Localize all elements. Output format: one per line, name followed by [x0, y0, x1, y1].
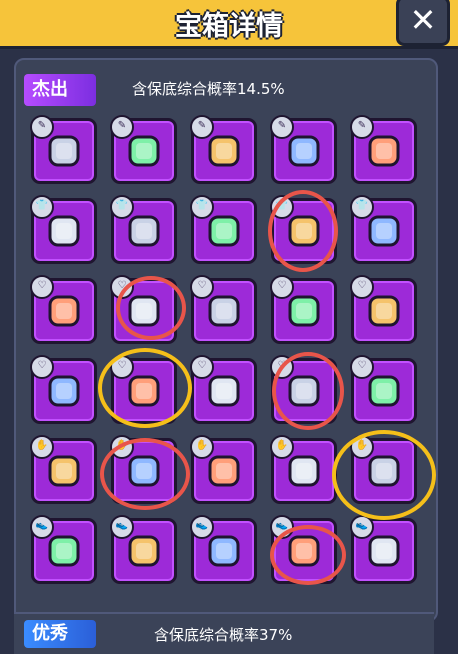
- item-slot[interactable]: ✎: [30, 115, 97, 184]
- item-slot[interactable]: 👕: [30, 195, 97, 264]
- item-slot[interactable]: 👟: [30, 515, 97, 584]
- emerald-necklace-icon: [204, 291, 244, 331]
- sword-icon: [124, 131, 164, 171]
- tech-belt-icon: [364, 371, 404, 411]
- item-slot[interactable]: 👟: [110, 515, 177, 584]
- blue-armor-icon: [364, 211, 404, 251]
- red-circle-marker: [272, 352, 344, 430]
- rate-text: 含保底综合概率14.5%: [132, 80, 285, 98]
- item-slot[interactable]: ✋: [190, 435, 257, 504]
- outstanding-section: 杰出 含保底综合概率14.5% ✎ ✎ ✎ ✎ ✎ 👕 👕 👕 👕 👕 ♡ ♡ ♡ ♡ ♡ ♡ ♡ ♡ ♡ ♡ ✋ ✋ ✋ ✋…: [14, 58, 438, 622]
- page-title: 宝箱详情: [175, 11, 283, 42]
- red-circle-marker: [116, 276, 186, 340]
- item-slot[interactable]: ♡: [350, 355, 417, 424]
- item-slot[interactable]: ✋: [270, 435, 337, 504]
- excellent-section: 优秀 含保底综合概率37%: [14, 612, 434, 654]
- mech-boot-icon: [364, 531, 404, 571]
- rarity-tag-outstanding: 杰出: [24, 74, 96, 106]
- claw-boot-icon: [44, 531, 84, 571]
- section-header: 杰出 含保底综合概率14.5%: [16, 70, 436, 110]
- item-slot[interactable]: 👕: [110, 195, 177, 264]
- pendant-necklace-icon: [284, 291, 324, 331]
- item-slot[interactable]: ✋: [30, 435, 97, 504]
- rope-belt-icon: [44, 371, 84, 411]
- gold-glove-icon: [284, 451, 324, 491]
- item-slot[interactable]: ✎: [270, 115, 337, 184]
- revolver-icon: [204, 131, 244, 171]
- item-slot[interactable]: ♡: [30, 355, 97, 424]
- spear-icon: [364, 131, 404, 171]
- shotgun-icon: [284, 131, 324, 171]
- kunai-icon: [44, 131, 84, 171]
- rate-text-excellent: 含保底综合概率37%: [154, 626, 293, 644]
- red-circle-marker: [268, 190, 338, 272]
- green-armor-icon: [204, 211, 244, 251]
- item-slot[interactable]: ✎: [190, 115, 257, 184]
- steel-boot-icon: [124, 531, 164, 571]
- red-circle-marker: [100, 438, 190, 510]
- green-boot-icon: [204, 531, 244, 571]
- item-slot[interactable]: 👟: [190, 515, 257, 584]
- item-slot[interactable]: ♡: [30, 275, 97, 344]
- item-slot[interactable]: ♡: [350, 275, 417, 344]
- red-circle-marker: [270, 525, 346, 585]
- yellow-circle-marker: [98, 348, 192, 428]
- item-slot[interactable]: ✎: [350, 115, 417, 184]
- shield-necklace-icon: [364, 291, 404, 331]
- top-bar: 宝箱详情 ✕: [0, 0, 458, 49]
- green-glove-icon: [204, 451, 244, 491]
- emerald-belt-icon: [204, 371, 244, 411]
- yellow-circle-marker: [332, 430, 436, 520]
- item-slot[interactable]: 👟: [350, 515, 417, 584]
- item-slot[interactable]: ✎: [110, 115, 177, 184]
- item-slot[interactable]: ♡: [270, 275, 337, 344]
- spiked-armor-icon: [124, 211, 164, 251]
- tooth-necklace-icon: [44, 291, 84, 331]
- item-slot[interactable]: 👕: [350, 195, 417, 264]
- close-button[interactable]: ✕: [396, 0, 450, 46]
- item-slot[interactable]: ♡: [190, 355, 257, 424]
- item-slot[interactable]: 👕: [190, 195, 257, 264]
- item-slot[interactable]: ♡: [190, 275, 257, 344]
- leaf-vest-icon: [44, 211, 84, 251]
- fur-glove-icon: [44, 451, 84, 491]
